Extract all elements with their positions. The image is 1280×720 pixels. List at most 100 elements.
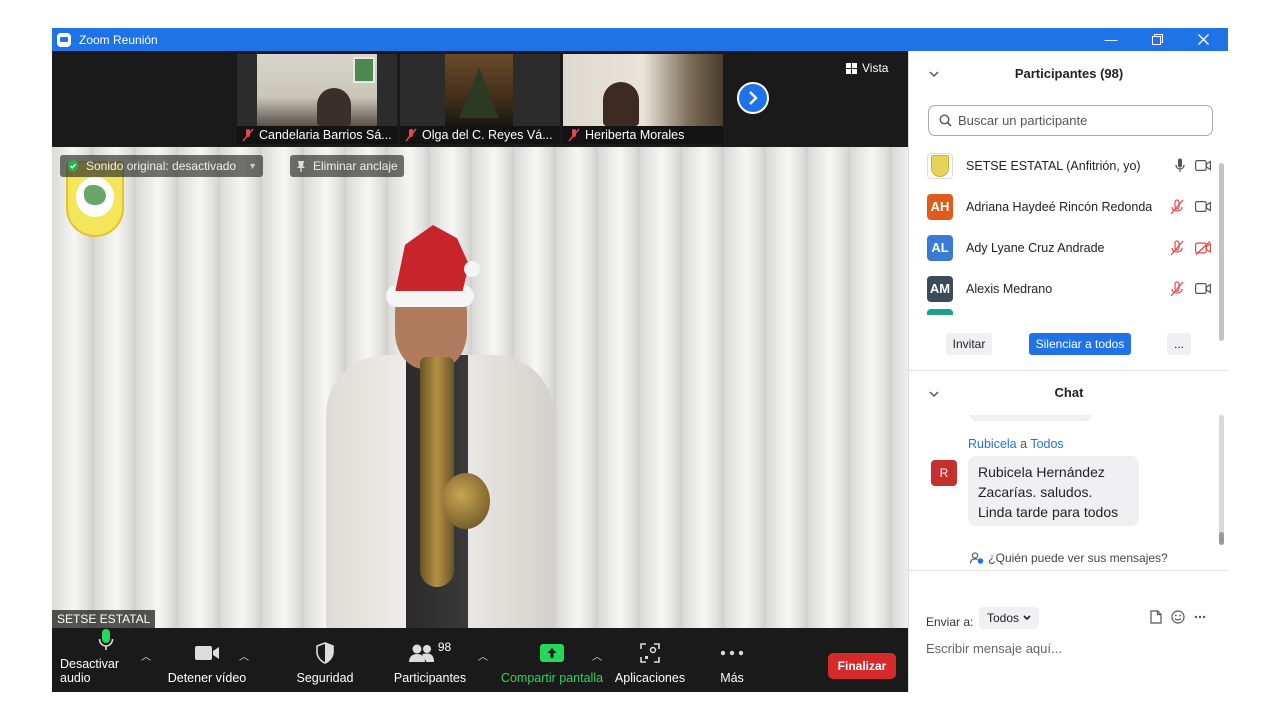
chevron-down-icon xyxy=(1023,615,1031,621)
avatar xyxy=(927,152,953,179)
who-can-see-link[interactable]: ¿Quién puede ver sus mensajes? xyxy=(909,551,1229,565)
active-speaker-video: Sonido original: desactivado ▼ Eliminar … xyxy=(52,147,908,628)
person-info-icon xyxy=(970,552,984,564)
mic-muted-icon xyxy=(1170,239,1184,255)
chat-message-line: Rubicela Hernández xyxy=(978,464,1105,480)
participant-row[interactable]: AH Adriana Haydeé Rincón Redonda xyxy=(909,186,1221,227)
send-to-label: Enviar a: xyxy=(926,615,974,629)
chevron-right-icon xyxy=(749,91,758,105)
title-bar: Zoom Reunión — xyxy=(52,28,1228,51)
chat-sender-name[interactable]: Rubicela xyxy=(968,437,1017,451)
view-button[interactable]: Vista xyxy=(846,61,888,75)
audio-options-caret-icon[interactable]: ︿ xyxy=(141,648,151,663)
video-options-caret-icon[interactable]: ︿ xyxy=(239,648,249,663)
participant-row[interactable]: AM Alexis Medrano xyxy=(909,268,1221,309)
participant-thumbnail[interactable]: Candelaria Barrios Sá... xyxy=(237,54,397,144)
microphone-icon xyxy=(1175,158,1185,172)
close-icon[interactable] xyxy=(1180,28,1226,51)
chat-scrollbar[interactable] xyxy=(1219,415,1224,545)
video-feed xyxy=(563,54,723,126)
participant-row[interactable]: SETSE ESTATAL (Anfitrión, yo) xyxy=(909,145,1221,186)
participants-count: 98 xyxy=(437,640,452,654)
mute-all-button[interactable]: Silenciar a todos xyxy=(1029,333,1131,355)
participant-thumbnail[interactable]: Heriberta Morales xyxy=(563,54,723,144)
security-button[interactable]: Seguridad xyxy=(287,628,363,692)
window-title: Zoom Reunión xyxy=(79,32,158,47)
invite-button[interactable]: Invitar xyxy=(946,333,992,355)
speaker-name-label: SETSE ESTATAL xyxy=(52,610,156,628)
chat-scrollbar-thumb[interactable] xyxy=(1219,532,1224,545)
setse-logo-icon xyxy=(931,154,949,177)
thumbnail-label: Candelaria Barrios Sá... xyxy=(237,126,397,144)
participant-search-input[interactable]: Buscar un participante xyxy=(928,105,1213,136)
more-dots-icon[interactable] xyxy=(1194,615,1206,619)
meeting-toolbar: Desactivar audio ︿ Detener vídeo ︿ Segur… xyxy=(52,628,908,692)
unpin-button[interactable]: Eliminar anclaje xyxy=(290,155,404,177)
chat-message-input[interactable]: Escribir mensaje aquí... xyxy=(926,641,1062,656)
emoji-icon[interactable] xyxy=(1171,610,1185,624)
send-to-dropdown[interactable]: Todos xyxy=(979,607,1039,629)
more-dots-icon xyxy=(720,650,744,656)
thumbnail-label: Olga del C. Reyes Vá... xyxy=(400,126,560,144)
microphone-icon xyxy=(98,629,114,650)
minimize-icon[interactable]: — xyxy=(1088,28,1134,51)
share-screen-button[interactable]: Compartir pantalla xyxy=(498,628,606,692)
participants-icon xyxy=(408,644,434,662)
participant-thumbnail[interactable]: Olga del C. Reyes Vá... xyxy=(400,54,560,144)
video-feed xyxy=(257,54,377,126)
avatar: AL xyxy=(927,234,953,261)
grid-view-icon xyxy=(846,62,857,74)
participants-more-button[interactable]: ... xyxy=(1167,333,1191,355)
zoom-window: Zoom Reunión — Candelaria Barrios Sá... xyxy=(52,28,1229,692)
original-sound-badge[interactable]: Sonido original: desactivado ▼ xyxy=(60,155,264,177)
apps-button[interactable]: Aplicaciones xyxy=(614,628,686,692)
previous-message-bubble xyxy=(970,415,1092,421)
chat-message-line: Linda tarde para todos xyxy=(978,504,1119,520)
thumbnail-strip: Candelaria Barrios Sá... Olga del C. Rey… xyxy=(52,51,908,146)
mute-audio-button[interactable]: Desactivar audio xyxy=(60,628,152,692)
chat-recipient[interactable]: Todos xyxy=(1030,437,1063,451)
shield-icon xyxy=(316,642,334,664)
participants-title: Participantes (98) xyxy=(1014,66,1124,81)
search-icon xyxy=(939,114,952,127)
caret-down-icon[interactable]: ▼ xyxy=(248,161,257,171)
panel-divider xyxy=(909,370,1229,371)
participant-row[interactable]: AL Ady Lyane Cruz Andrade xyxy=(909,227,1221,268)
file-icon[interactable] xyxy=(1150,610,1162,624)
mic-muted-icon xyxy=(1170,198,1184,214)
avatar: AH xyxy=(927,193,953,220)
participants-button[interactable]: 98 Participantes xyxy=(390,628,470,692)
chat-message-line: Zacarías. saludos. xyxy=(978,484,1093,500)
end-meeting-button[interactable]: Finalizar xyxy=(828,653,896,679)
mic-muted-icon xyxy=(568,128,580,142)
chat-message-header: Rubicela a Todos xyxy=(968,437,1064,451)
participants-scrollbar[interactable] xyxy=(1219,163,1224,341)
next-page-button[interactable] xyxy=(737,82,769,114)
participant-list: SETSE ESTATAL (Anfitrión, yo) AH Adriana… xyxy=(909,145,1221,315)
avatar xyxy=(927,309,953,315)
mic-muted-icon xyxy=(1170,280,1184,296)
share-options-caret-icon[interactable]: ︿ xyxy=(592,648,602,663)
chat-title: Chat xyxy=(1054,385,1084,400)
video-off-icon xyxy=(1195,240,1211,255)
video-camera-icon xyxy=(1195,201,1211,212)
zoom-logo-icon xyxy=(57,32,71,47)
chat-message-bubble[interactable]: Rubicela Hernández Zacarías. saludos. Li… xyxy=(968,456,1139,526)
chat-input-divider xyxy=(909,570,1229,571)
thumbnail-label: Heriberta Morales xyxy=(563,126,723,144)
side-panel: Participantes (98) Buscar un participant… xyxy=(908,51,1229,692)
restore-icon[interactable] xyxy=(1134,28,1180,51)
avatar: R xyxy=(931,460,957,486)
mic-muted-icon xyxy=(405,128,417,142)
video-camera-icon xyxy=(195,646,219,660)
video-camera-icon xyxy=(1195,283,1211,294)
video-area: Candelaria Barrios Sá... Olga del C. Rey… xyxy=(52,51,908,628)
apps-icon xyxy=(640,643,660,663)
mic-muted-icon xyxy=(242,128,254,142)
video-feed xyxy=(445,54,513,126)
participants-options-caret-icon[interactable]: ︿ xyxy=(478,648,488,663)
more-button[interactable]: Más xyxy=(704,628,760,692)
chat-to-word: a xyxy=(1020,437,1028,451)
shield-check-icon xyxy=(68,160,78,172)
video-camera-icon xyxy=(1195,160,1211,171)
